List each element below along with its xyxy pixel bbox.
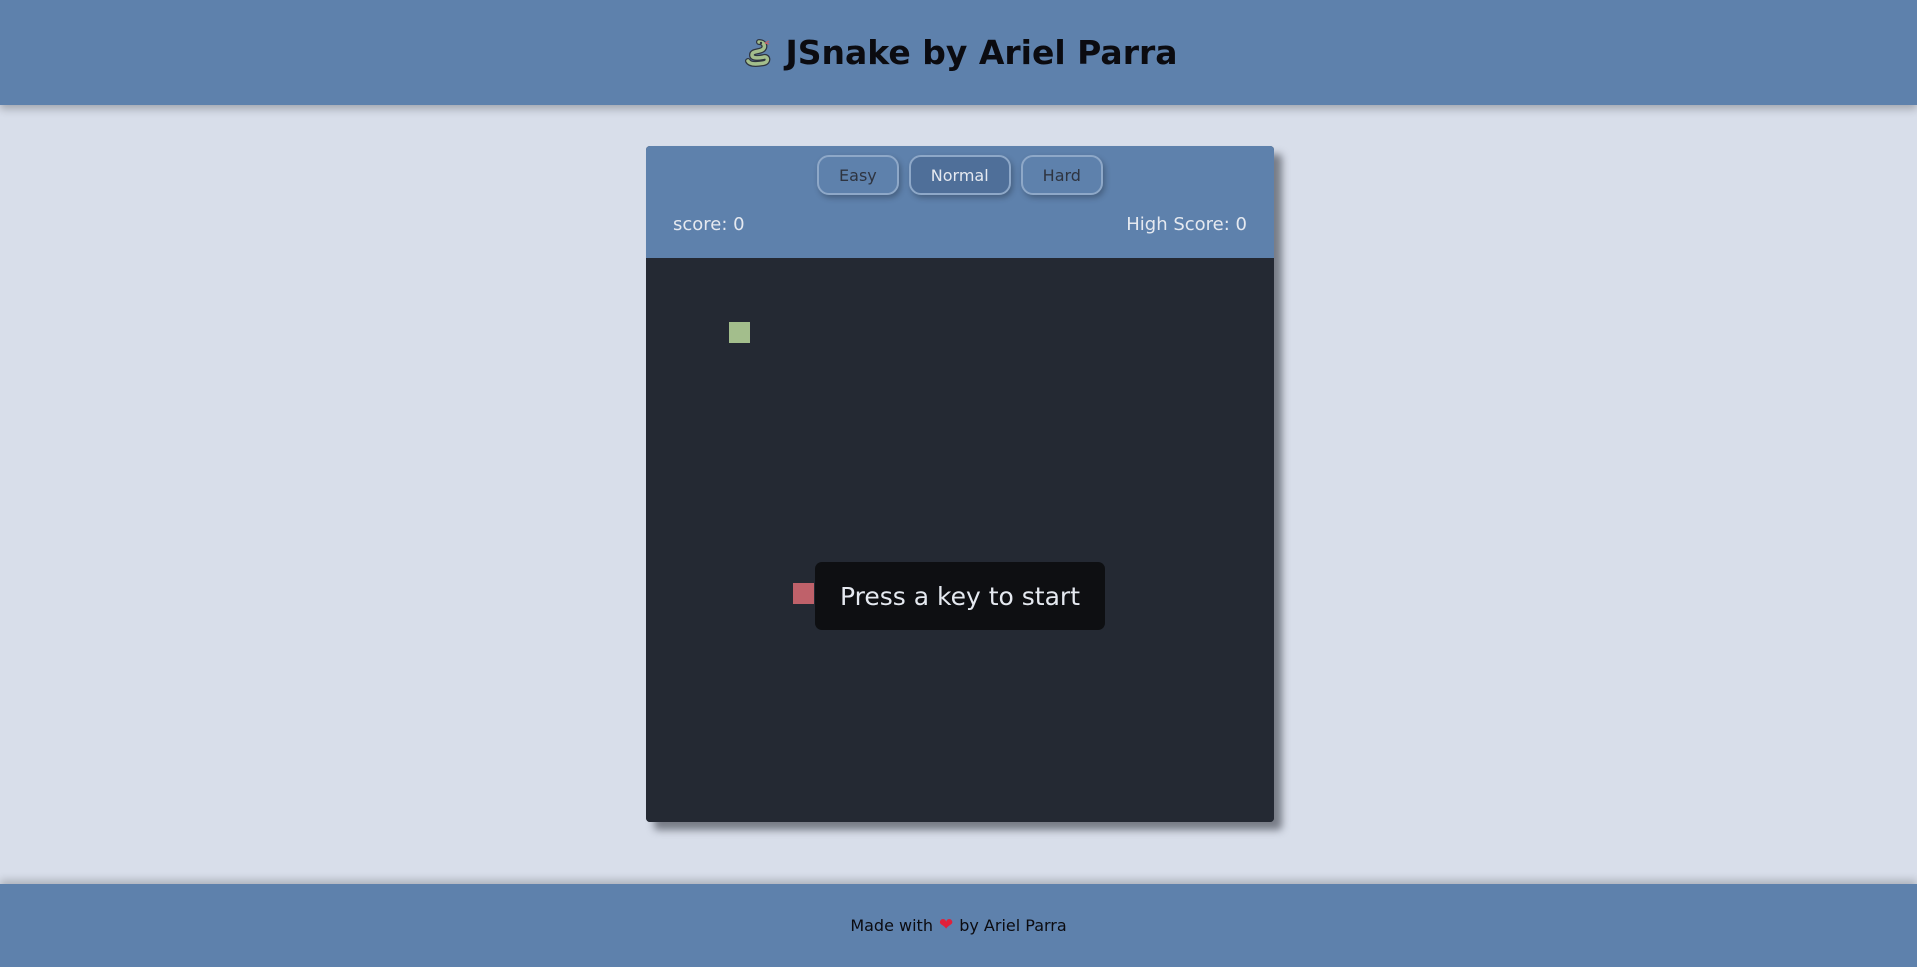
difficulty-selector: Easy Normal Hard: [646, 155, 1274, 195]
easy-button[interactable]: Easy: [817, 155, 899, 195]
heart-icon: ❤: [938, 915, 954, 935]
footer-made-with: Made with: [850, 916, 933, 935]
page-header: JSnake by Ariel Parra: [0, 0, 1917, 105]
snake-icon: [739, 36, 773, 70]
page-title: JSnake by Ariel Parra: [785, 33, 1178, 72]
high-score-label: High Score: 0: [1126, 214, 1247, 235]
footer-author: by Ariel Parra: [959, 916, 1067, 935]
game-board[interactable]: Press a key to start: [646, 258, 1274, 822]
hard-button[interactable]: Hard: [1020, 155, 1103, 195]
page-footer: Made with ❤ by Ariel Parra: [0, 884, 1917, 967]
title-group: JSnake by Ariel Parra: [739, 33, 1178, 72]
start-message: Press a key to start: [815, 562, 1105, 630]
game-toolbar: Easy Normal Hard score: 0 High Score: 0: [646, 146, 1274, 258]
normal-button[interactable]: Normal: [908, 155, 1011, 195]
food-item: [793, 583, 814, 604]
score-label: score: 0: [673, 214, 745, 235]
game-panel: Easy Normal Hard score: 0 High Score: 0 …: [646, 146, 1274, 822]
snake-segment: [729, 322, 750, 343]
footer-credit: Made with ❤ by Ariel Parra: [850, 916, 1066, 935]
